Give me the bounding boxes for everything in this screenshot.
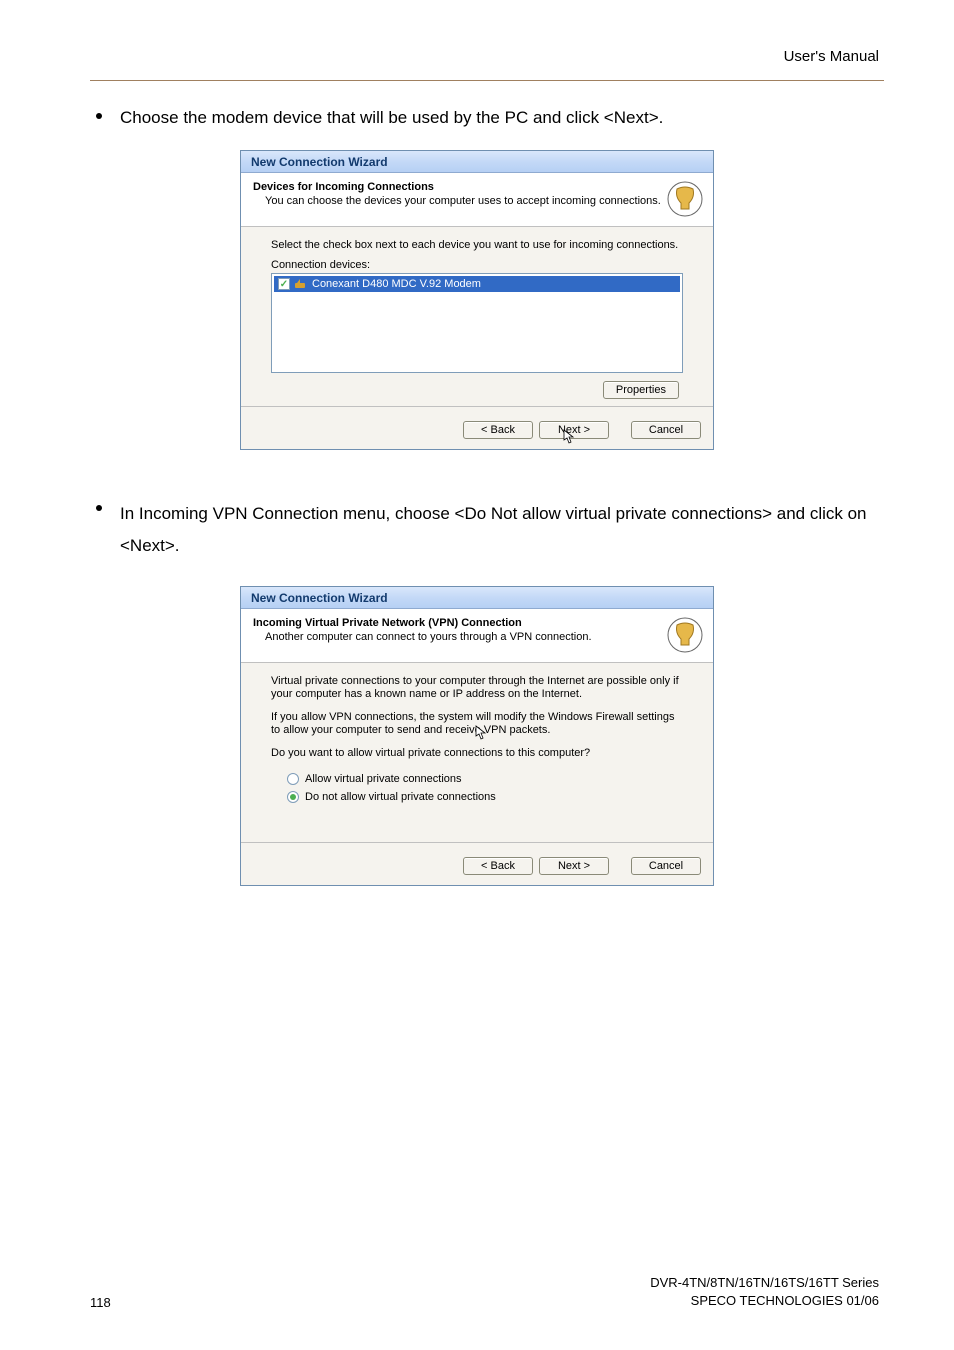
- radio-deny[interactable]: Do not allow virtual private connections: [271, 788, 683, 806]
- wizard-icon: [665, 179, 705, 219]
- cancel-button[interactable]: Cancel: [631, 857, 701, 875]
- vpn-paragraph-2: If you allow VPN connections, the system…: [271, 711, 683, 737]
- wizard-instruction: Select the check box next to each device…: [271, 239, 683, 251]
- back-button[interactable]: < Back: [463, 421, 533, 439]
- back-button[interactable]: < Back: [463, 857, 533, 875]
- vpn-paragraph-1: Virtual private connections to your comp…: [271, 675, 683, 701]
- radio-button-checked[interactable]: [287, 791, 299, 803]
- wizard-divider: [241, 406, 713, 407]
- modem-icon: [294, 278, 308, 290]
- wizard-body: Select the check box next to each device…: [241, 227, 713, 399]
- footer-page-number: 118: [90, 1295, 111, 1310]
- bullet: [96, 505, 102, 511]
- devices-label: Connection devices:: [271, 259, 683, 271]
- wizard-header-title: Incoming Virtual Private Network (VPN) C…: [253, 617, 701, 629]
- device-listbox[interactable]: ✓ Conexant D480 MDC V.92 Modem: [271, 273, 683, 373]
- radio-label: Do not allow virtual private connections: [305, 791, 496, 803]
- wizard-body: Virtual private connections to your comp…: [241, 663, 713, 806]
- footer-product: DVR-4TN/8TN/16TN/16TS/16TT Series: [650, 1274, 879, 1292]
- body-instruction-1: Choose the modem device that will be use…: [120, 108, 663, 128]
- wizard-header: Incoming Virtual Private Network (VPN) C…: [241, 609, 713, 663]
- body-instruction-2: In Incoming VPN Connection menu, choose …: [120, 498, 870, 562]
- footer-product-info: DVR-4TN/8TN/16TN/16TS/16TT Series SPECO …: [650, 1274, 879, 1310]
- cancel-button[interactable]: Cancel: [631, 421, 701, 439]
- wizard-divider: [241, 842, 713, 843]
- wizard-icon: [665, 615, 705, 655]
- device-checkbox[interactable]: ✓: [278, 278, 290, 290]
- vpn-question: Do you want to allow virtual private con…: [271, 747, 683, 760]
- wizard-header-subtitle: You can choose the devices your computer…: [253, 193, 701, 207]
- device-name: Conexant D480 MDC V.92 Modem: [312, 278, 481, 290]
- device-item-modem[interactable]: ✓ Conexant D480 MDC V.92 Modem: [274, 276, 680, 292]
- wizard-header-subtitle: Another computer can connect to yours th…: [253, 629, 701, 643]
- radio-allow[interactable]: Allow virtual private connections: [271, 770, 683, 788]
- next-button[interactable]: Next >: [539, 421, 609, 439]
- wizard-vpn: New Connection Wizard Incoming Virtual P…: [240, 586, 714, 886]
- wizard-titlebar: New Connection Wizard: [241, 151, 713, 173]
- footer-company: SPECO TECHNOLOGIES 01/06: [650, 1292, 879, 1310]
- properties-button[interactable]: Properties: [603, 381, 679, 399]
- wizard-header-title: Devices for Incoming Connections: [253, 181, 701, 193]
- wizard-header: Devices for Incoming Connections You can…: [241, 173, 713, 227]
- wizard-devices: New Connection Wizard Devices for Incomi…: [240, 150, 714, 450]
- radio-button[interactable]: [287, 773, 299, 785]
- header-manual: User's Manual: [784, 48, 879, 65]
- next-button[interactable]: Next >: [539, 857, 609, 875]
- header-divider: [90, 80, 884, 81]
- bullet: [96, 113, 102, 119]
- radio-label: Allow virtual private connections: [305, 773, 462, 785]
- wizard-titlebar: New Connection Wizard: [241, 587, 713, 609]
